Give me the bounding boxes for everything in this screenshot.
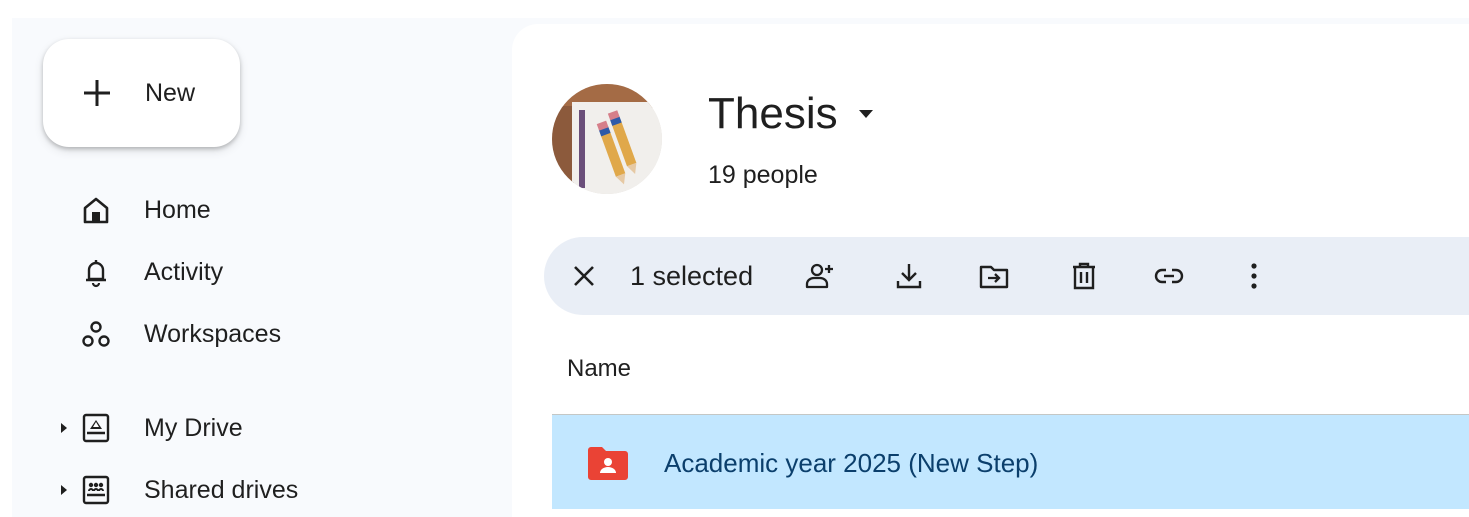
- close-icon[interactable]: [568, 260, 600, 292]
- download-icon[interactable]: [893, 260, 925, 292]
- expand-arrow-icon[interactable]: [60, 422, 68, 434]
- shared-folder-icon: [588, 447, 628, 480]
- file-name: Academic year 2025 (New Step): [664, 448, 1039, 478]
- share-icon[interactable]: [804, 260, 836, 292]
- main-panel: Thesis 19 people 1 selected Name Academi…: [512, 24, 1469, 517]
- workspaces-icon: [82, 321, 110, 347]
- column-header-name[interactable]: Name: [567, 354, 631, 384]
- selection-toolbar: 1 selected: [544, 237, 1469, 315]
- members-count[interactable]: 19 people: [708, 160, 818, 190]
- selected-count: 1 selected: [630, 261, 754, 291]
- sidebar-item-workspaces[interactable]: Workspaces: [56, 309, 476, 359]
- move-icon[interactable]: [978, 260, 1010, 292]
- home-icon: [83, 197, 109, 224]
- sidebar-item-home[interactable]: Home: [56, 185, 476, 235]
- caret-down-icon: [858, 110, 873, 118]
- link-icon[interactable]: [1153, 260, 1185, 292]
- page-title: Thesis: [708, 89, 838, 138]
- sidebar-item-label: My Drive: [144, 414, 243, 442]
- sidebar-item-label: Activity: [144, 258, 224, 286]
- sidebar-item-my-drive[interactable]: My Drive: [56, 403, 476, 453]
- shared-drive-avatar[interactable]: [552, 84, 662, 194]
- new-button-label: New: [145, 79, 196, 107]
- sidebar-item-activity[interactable]: Activity: [56, 247, 476, 297]
- sidebar-item-label: Shared drives: [144, 476, 299, 504]
- plus-icon: [84, 80, 110, 106]
- shared-drive-title[interactable]: Thesis: [708, 88, 874, 140]
- sidebar-item-shared-drives[interactable]: Shared drives: [56, 465, 476, 515]
- sidebar-item-label: Home: [144, 196, 211, 224]
- sidebar-item-label: Workspaces: [144, 320, 282, 348]
- my-drive-icon: [82, 413, 110, 443]
- expand-arrow-icon[interactable]: [60, 484, 68, 496]
- new-button[interactable]: New: [43, 39, 240, 147]
- bell-icon: [86, 260, 106, 288]
- notebook-pencils-image: [552, 84, 662, 194]
- drive-app: New Home Activity Workspaces My Drive Sh…: [12, 18, 1469, 517]
- table-row[interactable]: Academic year 2025 (New Step): [552, 415, 1469, 509]
- shared-drives-icon: [82, 475, 110, 505]
- more-vert-icon[interactable]: [1238, 260, 1270, 292]
- trash-icon[interactable]: [1068, 260, 1100, 292]
